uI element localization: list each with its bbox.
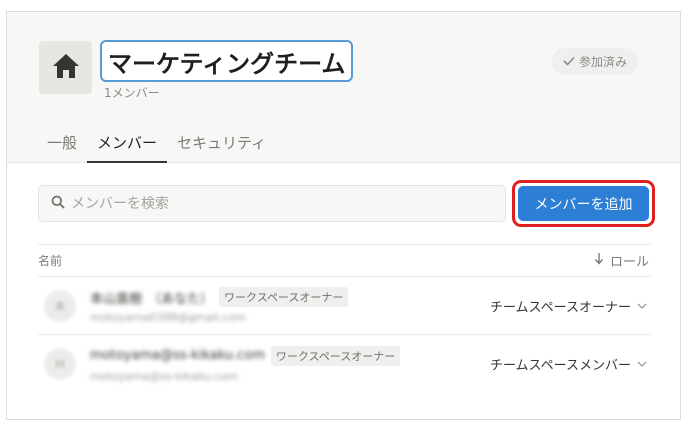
chevron-down-icon	[637, 357, 647, 372]
member-email: motoyama@ss-kikaku.com	[90, 369, 238, 383]
member-count: 1メンバー	[104, 86, 160, 100]
home-icon	[51, 52, 81, 84]
member-name: 本山直樹	[90, 291, 143, 307]
add-member-button[interactable]: メンバーを追加	[518, 186, 649, 221]
chevron-down-icon	[637, 298, 647, 313]
member-role-dropdown[interactable]: チームスペースメンバー	[490, 355, 647, 374]
joined-button[interactable]: 参加済み	[552, 48, 639, 75]
member-search-box[interactable]	[38, 185, 506, 222]
members-table: 名前 ロール 本 本山直樹 （あなた） ワークスペースオーナー motoyama…	[38, 244, 651, 393]
member-role-label: チームスペースメンバー	[489, 358, 631, 374]
name-column-header: 名前	[38, 254, 63, 268]
tab-general[interactable]: 一般	[37, 130, 87, 163]
sort-down-arrow-icon	[594, 252, 604, 269]
member-name-suffix: （あなた）	[148, 291, 214, 307]
teamspace-icon-tile[interactable]	[39, 41, 92, 94]
search-icon	[51, 194, 65, 213]
member-role-dropdown[interactable]: チームスペースオーナー	[490, 296, 647, 315]
workspace-role-badge: ワークスペースオーナー	[270, 345, 401, 366]
member-name: motoyama@ss-kikaku.com	[90, 348, 265, 363]
check-icon	[563, 55, 575, 69]
table-row: M motoyama@ss-kikaku.com ワークスペースオーナー mot…	[38, 335, 651, 393]
member-role-label: チームスペースオーナー	[489, 300, 631, 315]
search-input[interactable]	[71, 195, 471, 212]
role-column-label: ロール	[609, 255, 649, 270]
teamspace-settings-panel: マーケティングチーム 1メンバー 参加済み 一般 メンバー セキュリティ メンバ…	[6, 11, 681, 420]
joined-label: 参加済み	[579, 55, 628, 69]
table-row: 本 本山直樹 （あなた） ワークスペースオーナー motoyama0398@gm…	[38, 277, 651, 335]
teamspace-header: マーケティングチーム 1メンバー 参加済み 一般 メンバー セキュリティ	[7, 12, 680, 163]
avatar: M	[44, 348, 76, 380]
tab-security[interactable]: セキュリティ	[167, 130, 276, 163]
member-email: motoyama0398@gmail.com	[90, 311, 246, 324]
member-info: motoyama@ss-kikaku.com ワークスペースオーナー motoy…	[90, 345, 401, 383]
workspace-role-badge: ワークスペースオーナー	[219, 287, 349, 307]
member-info: 本山直樹 （あなた） ワークスペースオーナー motoyama0398@gmai…	[90, 287, 349, 324]
teamspace-name-text: マーケティングチーム	[108, 49, 346, 78]
teamspace-name-input[interactable]: マーケティングチーム	[100, 40, 353, 82]
role-column-header[interactable]: ロール	[594, 251, 651, 270]
avatar: 本	[44, 289, 76, 322]
table-header: 名前 ロール	[38, 244, 651, 277]
tab-members[interactable]: メンバー	[87, 130, 168, 163]
add-member-highlight: メンバーを追加	[512, 180, 655, 227]
settings-tabs: 一般 メンバー セキュリティ	[37, 130, 276, 163]
